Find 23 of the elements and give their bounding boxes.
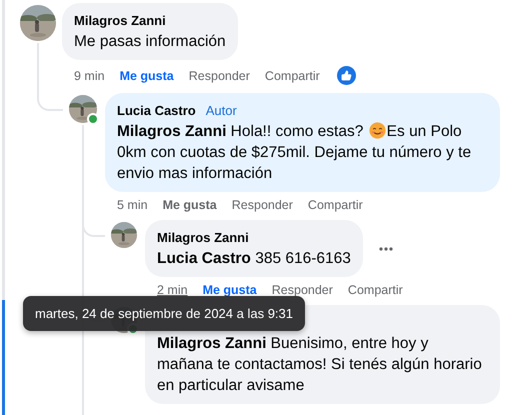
comment-time[interactable]: 2 min (157, 283, 188, 297)
reply-button[interactable]: Responder (232, 198, 293, 212)
like-button[interactable]: Me gusta (162, 198, 217, 212)
reply-button[interactable]: Responder (272, 283, 333, 297)
comment-text: Lucia Castro 385 616-6163 (157, 249, 351, 269)
comment-time[interactable]: 5 min (117, 198, 148, 212)
author-label: Autor (204, 102, 238, 118)
reply-button[interactable]: Responder (188, 68, 250, 82)
comment-text: Milagros Zanni Hola!! como estas? Es un Polo 0km con cuotas de $275mil. Dejame tu número y te envio mas información (117, 121, 472, 184)
share-button[interactable]: Compartir (308, 198, 363, 212)
like-button[interactable]: Me gusta (120, 68, 174, 82)
smiling-face-icon (368, 122, 386, 139)
author-name[interactable]: Lucia Castro (117, 102, 196, 118)
author-name[interactable]: Milagros Zanni (74, 12, 166, 28)
more-icon (378, 246, 393, 250)
share-button[interactable]: Compartir (348, 283, 403, 297)
like-button[interactable]: Me gusta (202, 283, 257, 297)
share-button[interactable]: Compartir (264, 68, 320, 82)
thread-connector (37, 93, 63, 111)
comment-time[interactable]: 9 min (74, 68, 105, 82)
comment-text: Milagros Zanni Buenisimo, entre hoy y mañana te contactamos! Si tenés algún horario en particular avisame (157, 334, 483, 396)
comment-text: Me pasas información (74, 32, 226, 52)
author-name[interactable]: Milagros Zanni (157, 230, 249, 244)
